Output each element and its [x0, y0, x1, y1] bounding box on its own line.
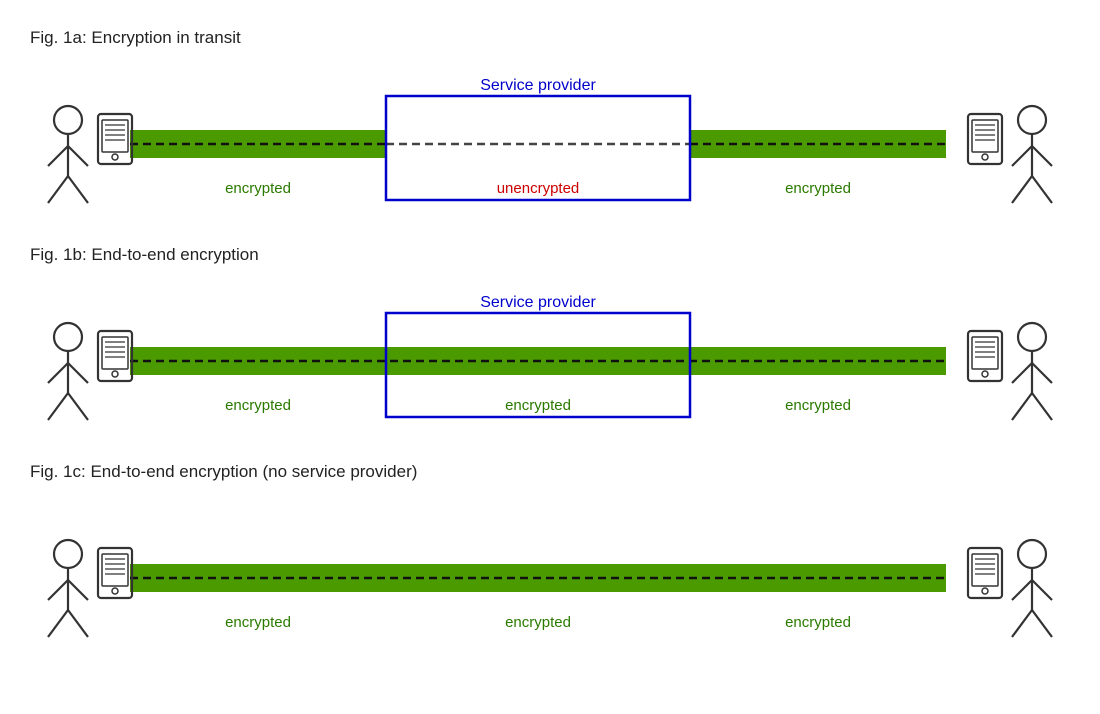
fig1c-diagram: encrypted encrypted encrypted: [30, 492, 1070, 667]
fig1c-title: Fig. 1c: End-to-end encryption (no servi…: [30, 462, 1070, 482]
svg-text:encrypted: encrypted: [505, 397, 571, 414]
fig1b-section: Fig. 1b: End-to-end encryption Service p…: [30, 237, 1070, 450]
svg-text:unencrypted: unencrypted: [497, 180, 580, 197]
fig1b-title: Fig. 1b: End-to-end encryption: [30, 245, 1070, 265]
svg-text:encrypted: encrypted: [505, 614, 571, 631]
fig1c-section: Fig. 1c: End-to-end encryption (no servi…: [30, 454, 1070, 667]
svg-text:encrypted: encrypted: [785, 397, 851, 414]
svg-text:encrypted: encrypted: [225, 180, 291, 197]
svg-text:encrypted: encrypted: [225, 614, 291, 631]
svg-text:encrypted: encrypted: [785, 180, 851, 197]
svg-text:encrypted: encrypted: [785, 614, 851, 631]
svg-text:Service provider: Service provider: [480, 77, 596, 94]
fig1a-diagram: Service provider: [30, 58, 1070, 233]
page: Fig. 1a: Encryption in transit Service p…: [0, 0, 1100, 714]
fig1b-diagram: Service provider: [30, 275, 1070, 450]
fig1a-section: Fig. 1a: Encryption in transit Service p…: [30, 20, 1070, 233]
fig1a-title: Fig. 1a: Encryption in transit: [30, 28, 1070, 48]
svg-text:Service provider: Service provider: [480, 294, 596, 311]
svg-text:encrypted: encrypted: [225, 397, 291, 414]
